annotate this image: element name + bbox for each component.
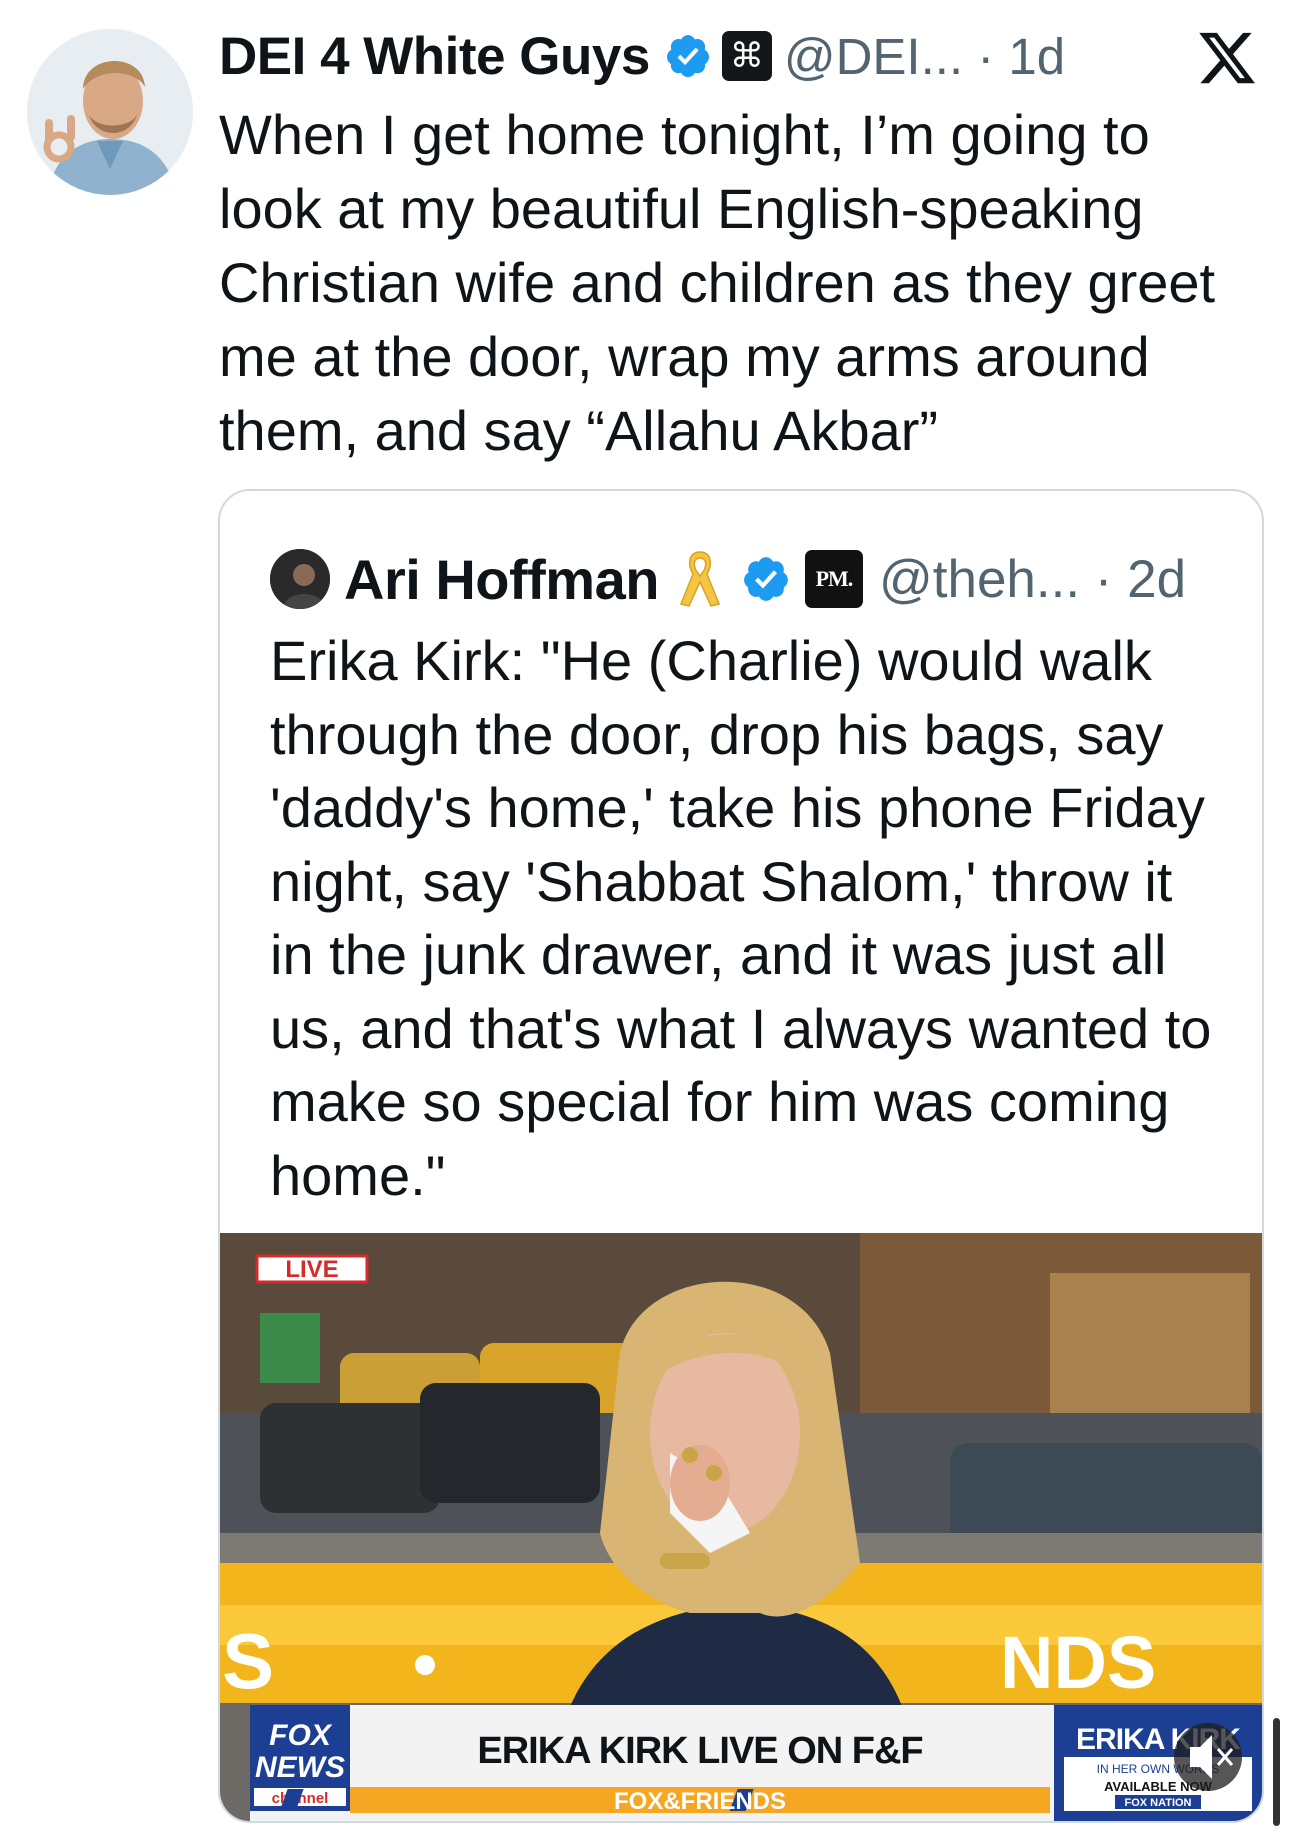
scrollbar[interactable]	[1273, 1718, 1280, 1826]
promo-brand: FOX NATION	[1124, 1797, 1191, 1809]
profile-photo-icon	[27, 29, 193, 195]
street-sign	[260, 1313, 320, 1383]
x-logo-icon[interactable]	[1196, 27, 1258, 89]
fox-logo-line-2: NEWS	[255, 1751, 345, 1784]
mute-button[interactable]	[1174, 1723, 1242, 1791]
quoted-tweet-header: Ari Hoffman PM. @theh... · 2d	[270, 539, 1186, 619]
quoted-author-avatar[interactable]	[270, 549, 330, 609]
backdrop-left-letter: S	[222, 1617, 274, 1705]
video-player[interactable]: S NDS LIVE FOX NEWS channel ERIKA KIRK L…	[220, 1233, 1262, 1821]
yellow-ribbon-icon	[679, 551, 720, 607]
chyron-headline: ERIKA KIRK LIVE ON F&F	[477, 1730, 922, 1772]
verified-badge-icon	[744, 557, 788, 601]
fox-logo-line-1: FOX	[269, 1719, 333, 1752]
chyron-program: FOX&FRIENDS	[614, 1788, 786, 1815]
backdrop-right-letters: NDS	[1000, 1621, 1156, 1704]
author-avatar[interactable]	[27, 29, 193, 195]
live-badge-label: LIVE	[285, 1256, 338, 1283]
video-frame: S NDS LIVE FOX NEWS channel ERIKA KIRK L…	[220, 1233, 1262, 1821]
tweet-text: When I get home tonight, I’m going to lo…	[219, 103, 1216, 462]
quoted-tweet-card[interactable]: Ari Hoffman PM. @theh... · 2d Erika Kirk…	[218, 489, 1264, 1823]
quoted-author-handle-time[interactable]: @theh... · 2d	[879, 549, 1186, 610]
verified-badge-icon	[666, 35, 709, 77]
affiliation-badge[interactable]: ⌘	[721, 31, 772, 81]
profile-photo-icon	[270, 549, 330, 609]
author-handle-time[interactable]: @DEI... · 1d	[784, 27, 1065, 86]
quoted-author-name[interactable]: Ari Hoffman	[344, 547, 659, 612]
quoted-tweet-text: Erika Kirk: "He (Charlie) would walk thr…	[270, 629, 1212, 1207]
tweet-header: DEI 4 White Guys ⌘ @DEI... · 1d	[219, 18, 1065, 94]
author-name[interactable]: DEI 4 White Guys	[219, 26, 650, 87]
quoted-affiliation-badge[interactable]: PM.	[804, 550, 863, 608]
